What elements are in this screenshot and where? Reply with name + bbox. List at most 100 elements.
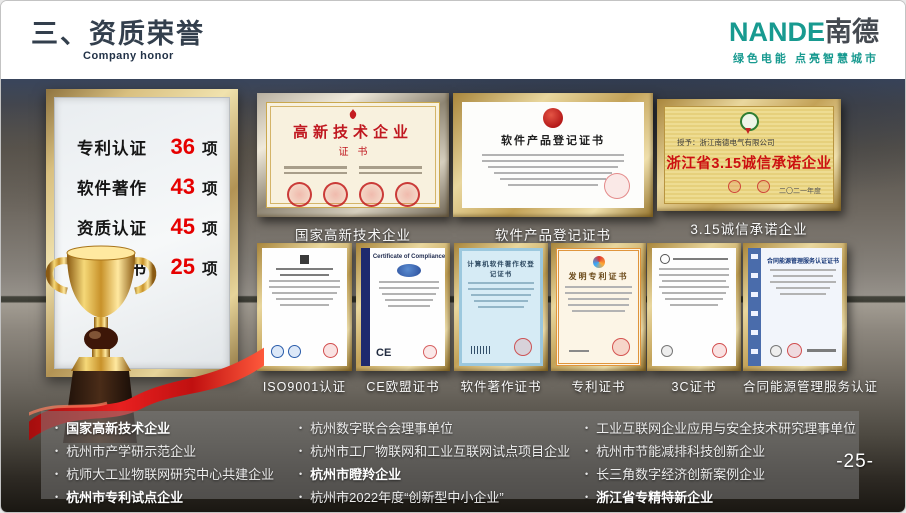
award-line: 授予：浙江南德电气有限公司: [677, 137, 775, 148]
honor-text: 杭州市工厂物联网和工业互联网试点项目企业: [310, 444, 570, 459]
trophy-rim: [67, 246, 135, 260]
certificate-3c: 3C证书: [647, 243, 741, 395]
ce-mark: CE: [376, 347, 391, 359]
certificate-doc-title: 计算机软件著作权登记证书: [467, 258, 535, 278]
accreditation-logos: [271, 345, 301, 358]
honor-item: 杭州数字联合会理事单位: [299, 418, 570, 441]
red-stamps: [287, 182, 420, 207]
cert-footer: [661, 343, 727, 358]
trophy-knop: [84, 327, 118, 351]
certificate-frame: [647, 243, 741, 371]
certificate-doc-title: 合同能源管理服务认证证书: [764, 256, 842, 265]
honor-item: 国家高新技术企业: [55, 418, 274, 441]
honor-item: 杭师大工业物联网研究中心共建企业: [55, 464, 274, 487]
page-title: 三、资质荣誉: [31, 12, 205, 51]
stat-label: 专利认证: [77, 135, 161, 159]
honor-text: 国家高新技术企业: [66, 421, 170, 436]
certificate-caption: ISO9001认证: [257, 376, 352, 395]
certificate-frame: 发明专利证书: [551, 243, 646, 371]
stat-value: 43: [161, 174, 195, 200]
logo-latin-text: NANDE: [729, 17, 825, 47]
certificate-caption: 国家高新技术企业: [257, 224, 449, 244]
certificate-caption: CE欧盟证书: [356, 376, 450, 395]
logo-tagline: 绿色电能 点亮智慧城市: [729, 50, 879, 66]
stat-unit: 项: [202, 177, 218, 199]
certificate-frame: 计算机软件著作权登记证书: [454, 243, 548, 371]
certificate-doc-subtitle: 证书: [330, 143, 377, 158]
honor-item: 杭州市产学研示范企业: [55, 441, 274, 464]
honor-item: 杭州市节能减排科技创新企业: [585, 441, 856, 464]
certificate-doc-title: Certificate of Compliance: [373, 254, 445, 260]
honor-text: 杭州市节能减排科技创新企业: [596, 444, 765, 459]
certificate-frame: Certificate of Compliance CE: [356, 243, 450, 371]
certificate-caption: 软件产品登记证书: [453, 224, 653, 244]
certificate-doc-title: 高新技术企业: [293, 121, 413, 142]
certificate-paper: 高新技术企业 证书: [266, 102, 440, 208]
cqc-logo-icon: [661, 345, 673, 357]
signature-line: [569, 350, 589, 353]
honor-item: 杭州市瞪羚企业: [299, 464, 570, 487]
certificate-software-product: 软件产品登记证书 软件产品登记证书: [453, 93, 653, 244]
certificate-software-copyright: 计算机软件著作权登记证书 软件著作证书: [454, 243, 548, 395]
cnas-logo-icon: [288, 345, 301, 358]
trophy-bowl: [67, 253, 135, 318]
plaque-face: 授予：浙江南德电气有限公司 浙江省3.15诚信承诺企业 二〇二一年度: [664, 106, 834, 204]
certificate-doc-title: 软件产品登记证书: [501, 132, 605, 148]
cert-footer: [770, 343, 836, 358]
ccc-header: [660, 254, 728, 264]
certificate-frame: 合同能源管理服务认证证书: [743, 243, 847, 371]
certificate-energy-management: 合同能源管理服务认证证书 合同能源管理服务认证: [743, 243, 847, 395]
certificate-frame: 软件产品登记证书: [453, 93, 653, 217]
certificate-paper: [652, 248, 736, 366]
honor-text: 杭州市专利试点企业: [66, 490, 183, 505]
honor-text: 杭州市2022年度“创新型中小企业”: [310, 490, 504, 505]
honors-column-1: 国家高新技术企业 杭州市产学研示范企业 杭师大工业物联网研究中心共建企业 杭州市…: [55, 418, 274, 510]
certificate-national-hightech: 高新技术企业 证书 国家高新技术企业: [257, 93, 449, 244]
honor-item: 杭州市工厂物联网和工业互联网试点项目企业: [299, 441, 570, 464]
certificate-caption: 软件著作证书: [454, 376, 548, 395]
trophy-base: [71, 357, 131, 371]
trophy-left-handle: [49, 261, 69, 291]
certificate-paper: Certificate of Compliance CE: [361, 248, 445, 366]
certificate-doc-title: 浙江省3.15诚信承诺企业: [666, 152, 831, 173]
certificate-frame: [257, 243, 352, 371]
stat-row: 软件著作 43 项: [55, 174, 229, 214]
plaque-year: 二〇二一年度: [779, 186, 821, 196]
certificate-iso9001: ISO9001认证: [257, 243, 352, 395]
trophy-collar: [92, 349, 110, 357]
page-number: -25-: [836, 451, 874, 473]
stat-value: 36: [161, 134, 195, 160]
certificate-caption: 3.15诚信承诺企业: [657, 218, 841, 238]
honor-text: 杭州数字联合会理事单位: [310, 421, 453, 436]
honor-text: 杭师大工业物联网研究中心共建企业: [66, 467, 274, 482]
presentation-slide: 三、资质荣誉 Company honor NANDE南德 绿色电能 点亮智慧城市…: [0, 0, 906, 513]
trophy-right-handle: [133, 261, 153, 291]
page-subtitle: Company honor: [83, 50, 174, 62]
certificate-ce: Certificate of Compliance CE CE欧盟证书: [356, 243, 450, 395]
certificate-paper: 合同能源管理服务认证证书: [748, 248, 842, 366]
national-emblem-icon: [543, 108, 563, 128]
certificate-frame: 授予：浙江南德电气有限公司 浙江省3.15诚信承诺企业 二〇二一年度: [657, 99, 841, 211]
red-stamp: [423, 345, 437, 359]
honor-text: 杭州市瞪羚企业: [310, 467, 401, 482]
honor-text: 浙江省专精特新企业: [596, 490, 713, 505]
honors-column-2: 杭州数字联合会理事单位 杭州市工厂物联网和工业互联网试点项目企业 杭州市瞪羚企业…: [299, 418, 570, 510]
certificate-paper: [262, 248, 347, 366]
iaf-logo-icon: [271, 345, 284, 358]
honors-panel: 国家高新技术企业 杭州市产学研示范企业 杭师大工业物联网研究中心共建企业 杭州市…: [41, 411, 859, 499]
blue-sidebar-cec: [748, 248, 761, 366]
iso-emblem-icon: [300, 255, 309, 264]
slide-header: 三、资质荣誉 Company honor NANDE南德 绿色电能 点亮智慧城市: [1, 1, 905, 79]
red-stamp: [712, 343, 727, 358]
red-stamp: [787, 343, 802, 358]
certificate-caption: 3C证书: [647, 376, 741, 395]
certificate-paper: 软件产品登记证书: [462, 102, 644, 208]
red-stamp: [604, 173, 630, 199]
honor-item: 杭州市专利试点企业: [55, 487, 274, 510]
certificate-doc-title: 发明专利证书: [559, 271, 638, 282]
honors-column-3: 工业互联网企业应用与安全技术研究理事单位 杭州市节能减排科技创新企业 长三角数字…: [585, 418, 856, 510]
trophy-knop-highlight: [89, 331, 101, 339]
certificate-315-integrity: 授予：浙江南德电气有限公司 浙江省3.15诚信承诺企业 二〇二一年度 3.15诚…: [657, 99, 841, 238]
certificate-frame: 高新技术企业 证书: [257, 93, 449, 217]
certificate-patent: 发明专利证书 专利证书: [551, 243, 646, 395]
